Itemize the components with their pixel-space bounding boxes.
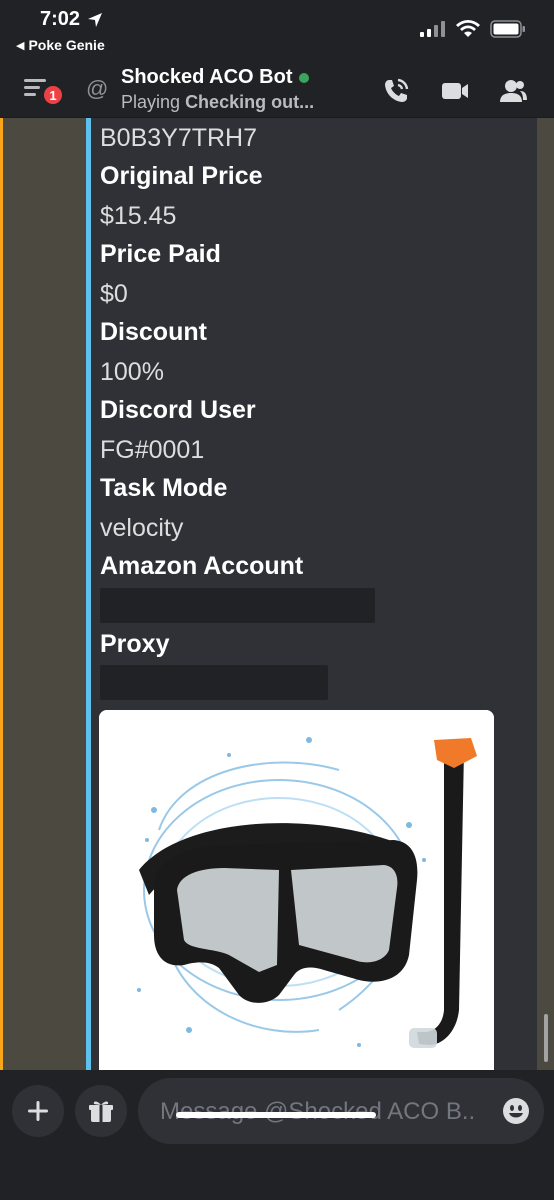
status-time: 7:02 [40, 8, 104, 31]
message-gutter [3, 118, 85, 1070]
embed-field-name: Price Paid [100, 240, 221, 268]
embed-field-name: Amazon Account [100, 552, 304, 580]
dm-header: 1 @ Shocked ACO Bot Playing Checking out… [0, 62, 554, 118]
embed-field-name: Task Mode [100, 474, 228, 502]
online-status-icon [298, 72, 309, 83]
notification-badge: 1 [42, 84, 64, 106]
member-list-button[interactable] [498, 76, 528, 106]
video-call-button[interactable] [440, 76, 470, 106]
back-app-label: Poke Genie [28, 37, 105, 53]
embed-field-name: Proxy [100, 630, 170, 658]
location-arrow-icon [88, 12, 103, 27]
message-embed: B0B3Y7TRH7 Original Price $15.45 Price P… [86, 118, 537, 1070]
embed-field-name: Discord User [100, 396, 256, 424]
message-input[interactable]: Message @Shocked ACO B.. [138, 1078, 544, 1144]
scrollbar-thumb[interactable] [544, 1014, 548, 1062]
smiley-face-icon [503, 1098, 529, 1124]
time-label: 7:02 [40, 8, 81, 30]
embed-color-bar [86, 118, 91, 1070]
phone-call-icon [385, 78, 409, 102]
cellular-signal-icon [420, 21, 445, 37]
embed-field-value-asin: B0B3Y7TRH7 [100, 124, 258, 152]
embed-field-value: $15.45 [100, 202, 177, 230]
embed-field-value: $0 [100, 280, 128, 308]
members-icon [500, 80, 527, 102]
activity-prefix: Playing [121, 92, 181, 112]
status-bar: 7:02 ◀ Poke Genie [0, 0, 554, 62]
snorkel-mask-image [99, 710, 494, 1070]
product-image[interactable] [99, 710, 494, 1070]
bot-name-label: Shocked ACO Bot [121, 66, 293, 88]
embed-field-value: FG#0001 [100, 436, 205, 464]
status-icons [420, 20, 526, 38]
message-right-gutter [537, 118, 554, 1070]
bot-activity: Playing Checking out... [121, 92, 314, 113]
home-indicator[interactable] [176, 1112, 376, 1118]
embed-field-value: 100% [100, 358, 164, 386]
spoiler-redacted-account[interactable] [100, 588, 375, 623]
add-attachment-button[interactable] [12, 1085, 64, 1137]
gift-icon [89, 1101, 113, 1122]
spoiler-redacted-proxy[interactable] [100, 665, 328, 700]
embed-field-value: velocity [100, 514, 184, 542]
chat-area[interactable]: B0B3Y7TRH7 Original Price $15.45 Price P… [0, 118, 554, 1070]
wifi-icon [456, 20, 480, 37]
back-arrow-icon: ◀ [16, 39, 25, 52]
embed-field-name: Original Price [100, 162, 263, 190]
back-to-app-link[interactable]: ◀ Poke Genie [16, 37, 105, 53]
plus-icon [28, 1101, 48, 1121]
battery-icon [490, 20, 525, 38]
voice-call-button[interactable] [381, 76, 411, 106]
embed-field-name: Discount [100, 318, 207, 346]
activity-name: Checking out... [185, 92, 315, 112]
emoji-button[interactable] [502, 1097, 530, 1125]
video-camera-icon [442, 83, 468, 99]
message-input-bar: Message @Shocked ACO B.. [0, 1070, 554, 1200]
at-sign-icon: @ [86, 76, 109, 101]
gift-button[interactable] [75, 1085, 127, 1137]
dm-title[interactable]: Shocked ACO Bot [121, 66, 309, 89]
